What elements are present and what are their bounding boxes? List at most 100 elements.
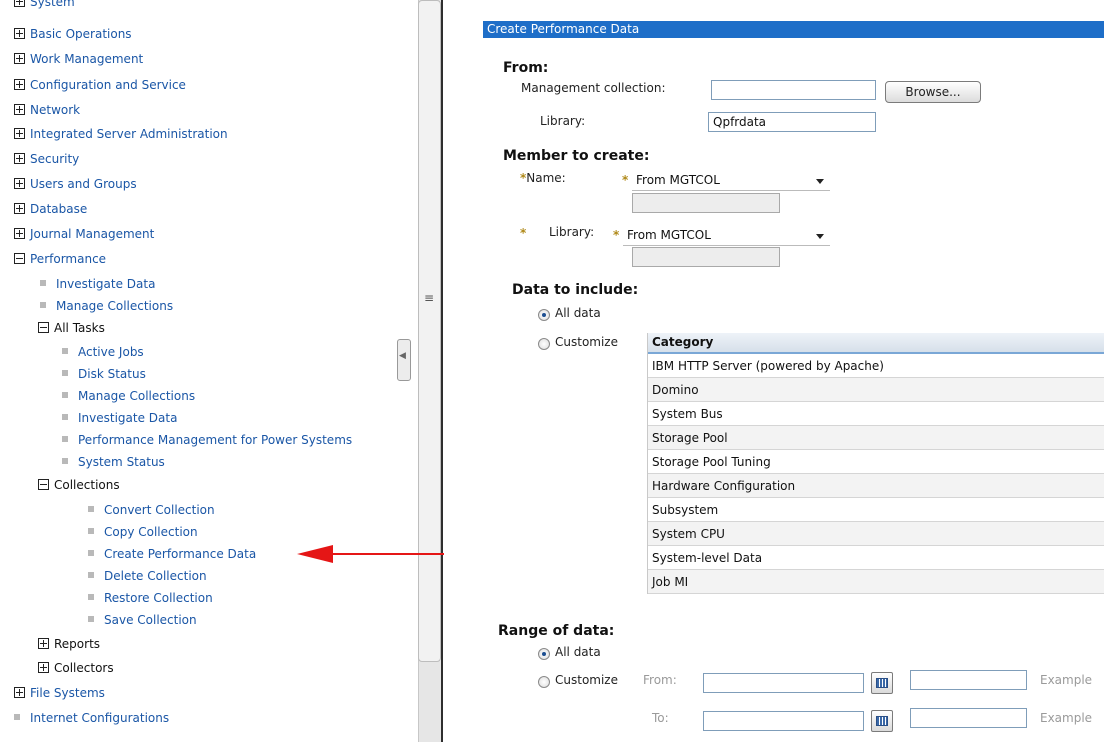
category-row[interactable]: System Bus: [648, 402, 1104, 426]
nav-item-label: Investigate Data: [56, 277, 156, 291]
range-from-time-input[interactable]: [910, 670, 1027, 690]
nav-item-label: Security: [30, 152, 80, 166]
member-library-select[interactable]: From MGTCOL: [623, 226, 830, 246]
nav-item-network[interactable]: Network: [14, 102, 80, 118]
nav-item-label: Manage Collections: [56, 299, 174, 313]
nav-item-internet-configurations[interactable]: Internet Configurations: [14, 710, 169, 726]
range-from-label: From:: [643, 673, 677, 687]
nav-item-all-tasks[interactable]: All Tasks: [38, 320, 105, 336]
expand-icon[interactable]: [38, 638, 49, 649]
nav-item-delete-collection[interactable]: Delete Collection: [88, 568, 207, 584]
expand-icon[interactable]: [14, 178, 25, 189]
expand-icon[interactable]: [38, 662, 49, 673]
nav-item-users-and-groups[interactable]: Users and Groups: [14, 176, 137, 192]
range-to-time-input[interactable]: [910, 708, 1027, 728]
nav-item-security[interactable]: Security: [14, 151, 79, 167]
data-customize-radio[interactable]: [538, 338, 550, 350]
expand-icon[interactable]: [14, 687, 25, 698]
member-name-select[interactable]: From MGTCOL: [632, 171, 830, 191]
range-heading: Range of data:: [498, 623, 615, 639]
nav-item-manage-collections[interactable]: Manage Collections: [40, 298, 173, 314]
expand-icon[interactable]: [14, 28, 25, 39]
nav-item-convert-collection[interactable]: Convert Collection: [88, 502, 215, 518]
nav-item-database[interactable]: Database: [14, 201, 87, 217]
management-collection-input[interactable]: [711, 80, 876, 100]
category-row[interactable]: Subsystem: [648, 498, 1104, 522]
category-row[interactable]: Domino: [648, 378, 1104, 402]
category-row[interactable]: Hardware Configuration: [648, 474, 1104, 498]
nav-item-journal-management[interactable]: Journal Management: [14, 226, 154, 242]
nav-scrollbar-thumb[interactable]: [418, 0, 441, 662]
browse-button[interactable]: Browse...: [885, 81, 981, 103]
nav-item-active-jobs[interactable]: Active Jobs: [62, 344, 144, 360]
expand-icon[interactable]: [14, 0, 25, 7]
calendar-icon[interactable]: [871, 672, 893, 694]
nav-item-create-performance-data[interactable]: Create Performance Data: [88, 546, 256, 562]
bullet-icon: [62, 458, 68, 464]
member-name-input[interactable]: [632, 193, 780, 213]
expand-icon[interactable]: [14, 203, 25, 214]
bullet-icon: [88, 594, 94, 600]
expand-icon[interactable]: [14, 53, 25, 64]
nav-item-work-management[interactable]: Work Management: [14, 51, 143, 67]
nav-item-save-collection[interactable]: Save Collection: [88, 612, 197, 628]
range-customize-radio[interactable]: [538, 676, 550, 688]
bullet-icon: [62, 370, 68, 376]
expand-icon[interactable]: [14, 153, 25, 164]
collapse-icon[interactable]: [38, 479, 49, 490]
nav-item-system[interactable]: System: [14, 0, 75, 10]
nav-item-collectors[interactable]: Collectors: [38, 660, 114, 676]
nav-item-basic-operations[interactable]: Basic Operations: [14, 26, 132, 42]
nav-item-label: Collections: [54, 478, 120, 492]
category-row[interactable]: Storage Pool: [648, 426, 1104, 450]
nav-item-label: Performance: [30, 252, 107, 266]
expand-icon[interactable]: [14, 104, 25, 115]
bullet-icon: [88, 616, 94, 622]
data-all-radio[interactable]: [538, 309, 550, 321]
nav-item-performance[interactable]: Performance: [14, 251, 106, 267]
nav-item-reports[interactable]: Reports: [38, 636, 100, 652]
nav-item-manage-collections[interactable]: Manage Collections: [62, 388, 195, 404]
bullet-icon: [88, 550, 94, 556]
required-marker: *: [622, 173, 629, 187]
nav-item-label: Performance Management for Power Systems: [78, 433, 353, 447]
nav-item-system-status[interactable]: System Status: [62, 454, 165, 470]
pane-divider[interactable]: [441, 0, 457, 742]
expand-icon[interactable]: [14, 228, 25, 239]
collapse-icon[interactable]: [38, 322, 49, 333]
collapse-nav-handle[interactable]: ◀: [397, 339, 411, 381]
nav-item-integrated-server-administration[interactable]: Integrated Server Administration: [14, 126, 228, 142]
range-to-date-input[interactable]: [703, 711, 864, 731]
nav-item-label: Active Jobs: [78, 345, 144, 359]
category-row[interactable]: System-level Data: [648, 546, 1104, 570]
nav-item-label: Configuration and Service: [30, 78, 186, 92]
category-row[interactable]: IBM HTTP Server (powered by Apache): [648, 354, 1104, 378]
nav-item-configuration-and-service[interactable]: Configuration and Service: [14, 77, 186, 93]
nav-item-disk-status[interactable]: Disk Status: [62, 366, 146, 382]
nav-item-copy-collection[interactable]: Copy Collection: [88, 524, 198, 540]
category-row[interactable]: Job MI: [648, 570, 1104, 594]
category-row[interactable]: System CPU: [648, 522, 1104, 546]
range-to-example: Example: [1040, 711, 1093, 725]
nav-item-collections[interactable]: Collections: [38, 477, 120, 493]
calendar-icon[interactable]: [871, 710, 893, 732]
bullet-icon: [40, 280, 46, 286]
nav-item-investigate-data[interactable]: Investigate Data: [40, 276, 155, 292]
category-row[interactable]: Storage Pool Tuning: [648, 450, 1104, 474]
nav-item-investigate-data[interactable]: Investigate Data: [62, 410, 177, 426]
range-from-date-input[interactable]: [703, 673, 864, 693]
nav-item-label: Copy Collection: [104, 525, 198, 539]
nav-item-label: Network: [30, 103, 81, 117]
range-all-radio[interactable]: [538, 648, 550, 660]
expand-icon[interactable]: [14, 79, 25, 90]
nav-item-label: Restore Collection: [104, 591, 213, 605]
collapse-icon[interactable]: [14, 253, 25, 264]
expand-icon[interactable]: [14, 128, 25, 139]
nav-item-file-systems[interactable]: File Systems: [14, 685, 105, 701]
from-library-input[interactable]: Qpfrdata: [708, 112, 876, 132]
category-column-header[interactable]: Category: [648, 333, 1104, 354]
nav-item-performance-management-for-power-systems[interactable]: Performance Management for Power Systems: [62, 432, 352, 448]
nav-item-restore-collection[interactable]: Restore Collection: [88, 590, 213, 606]
from-library-label: Library:: [540, 114, 586, 128]
member-library-input[interactable]: [632, 247, 780, 267]
